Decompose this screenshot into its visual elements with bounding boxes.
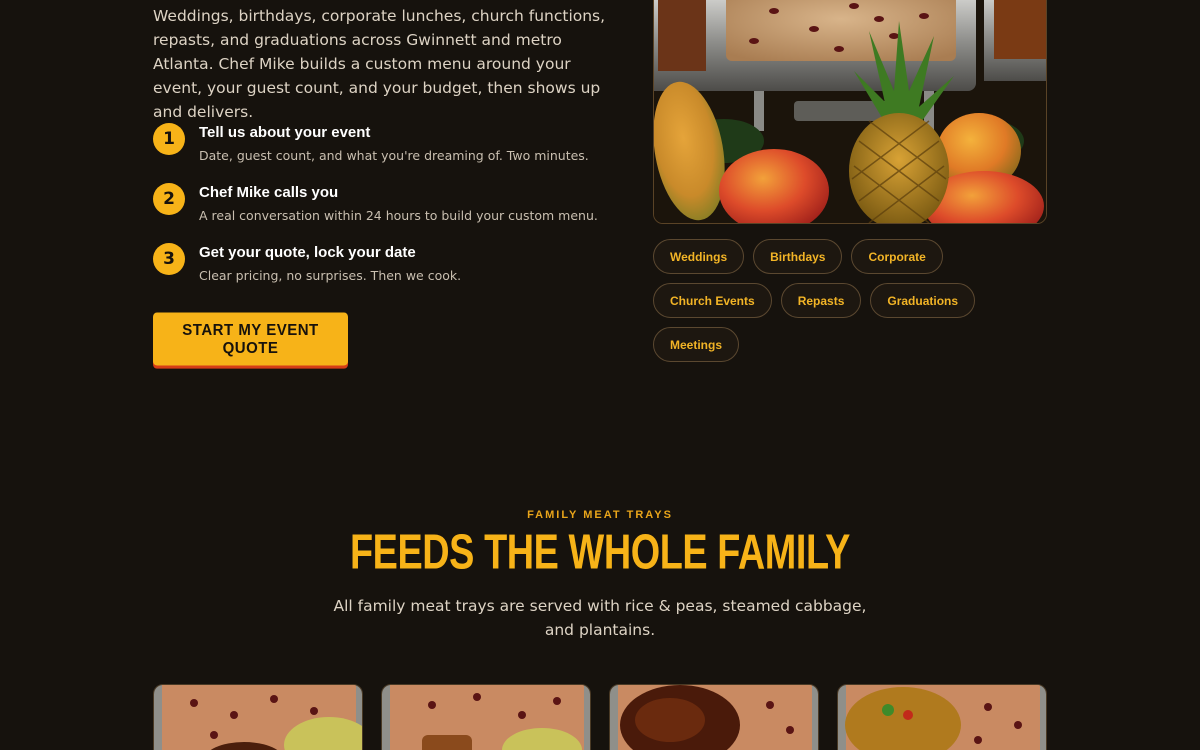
tag-row: Church Events Repasts Graduations (653, 283, 1073, 318)
section-title: FEEDS THE WHOLE FAMILY (349, 525, 851, 580)
catering-page: Weddings, birthdays, corporate lunches, … (0, 0, 1200, 750)
step-number-badge: 1 (153, 123, 185, 155)
step-description: Clear pricing, no surprises. Then we coo… (199, 268, 462, 283)
step-description: Date, guest count, and what you're dream… (199, 148, 589, 163)
buffet-illustration (654, 0, 1046, 223)
steps-list: 1 Tell us about your event Date, guest c… (153, 122, 623, 302)
tag-weddings[interactable]: Weddings (653, 239, 745, 274)
step-item: 2 Chef Mike calls you A real conversatio… (153, 182, 623, 242)
section-subtitle: All family meat trays are served with ri… (333, 597, 867, 639)
tag-meetings[interactable]: Meetings (653, 327, 740, 362)
intro-paragraph: Weddings, birthdays, corporate lunches, … (153, 7, 606, 121)
tray-photo (610, 685, 818, 750)
step-title: Chef Mike calls you (199, 184, 339, 201)
step-number-badge: 2 (153, 183, 185, 215)
tray-card[interactable] (381, 684, 591, 750)
tray-photo (838, 685, 1046, 750)
event-type-tags: Weddings Birthdays Corporate Church Even… (653, 239, 1073, 371)
tag-row: Weddings Birthdays Corporate (653, 239, 1073, 274)
step-title: Tell us about your event (199, 124, 371, 141)
step-number-badge: 3 (153, 243, 185, 275)
start-event-quote-button[interactable]: Start My Event Quote (153, 312, 348, 366)
tag-birthdays[interactable]: Birthdays (753, 239, 843, 274)
tray-photo (154, 685, 362, 750)
tray-card[interactable] (609, 684, 819, 750)
step-title: Get your quote, lock your date (199, 244, 416, 261)
meat-tray-cards (153, 684, 1047, 750)
tray-card[interactable] (153, 684, 363, 750)
tray-card[interactable] (837, 684, 1047, 750)
catering-buffet-photo (653, 0, 1047, 224)
step-item: 1 Tell us about your event Date, guest c… (153, 122, 623, 182)
tag-church-events[interactable]: Church Events (653, 283, 772, 318)
tray-photo (382, 685, 590, 750)
step-description: A real conversation within 24 hours to b… (199, 208, 598, 223)
step-item: 3 Get your quote, lock your date Clear p… (153, 242, 623, 302)
tag-row: Meetings (653, 327, 1073, 362)
section-eyebrow: FAMILY MEAT TRAYS (527, 509, 673, 521)
tag-repasts[interactable]: Repasts (780, 283, 862, 318)
tag-corporate[interactable]: Corporate (851, 239, 943, 274)
tag-graduations[interactable]: Graduations (870, 283, 976, 318)
